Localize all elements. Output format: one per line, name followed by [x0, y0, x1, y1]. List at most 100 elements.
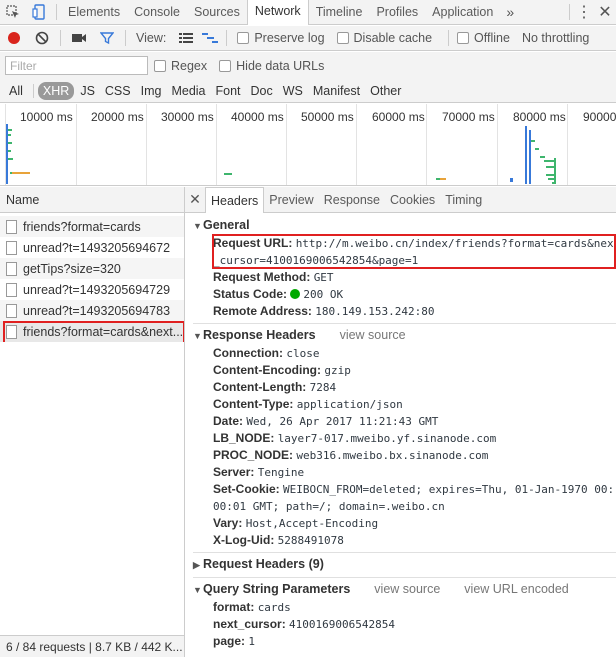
- header-row: Set-Cookie: WEIBOCN_FROM=deleted; expire…: [193, 481, 616, 498]
- resource-type-filter: All XHR JS CSS Img Media Font Doc WS Man…: [0, 79, 616, 103]
- general-section-toggle[interactable]: ▼General: [193, 216, 616, 235]
- request-row[interactable]: friends?format=cards: [0, 216, 184, 237]
- type-img[interactable]: Img: [137, 82, 166, 100]
- type-manifest[interactable]: Manifest: [309, 82, 364, 100]
- tab-response[interactable]: Response: [319, 187, 385, 213]
- tab-network[interactable]: Network: [246, 0, 309, 25]
- clear-button[interactable]: [28, 26, 56, 51]
- tab-cookies[interactable]: Cookies: [385, 187, 440, 213]
- hide-data-urls-checkbox[interactable]: Hide data URLs: [219, 59, 324, 73]
- param-key: next_cursor:: [213, 617, 286, 631]
- query-string-section: ▼Query String Parameters view source view …: [185, 580, 616, 650]
- tab-profiles[interactable]: Profiles: [369, 0, 425, 25]
- view-url-encoded-link[interactable]: view URL encoded: [464, 582, 568, 596]
- filter-toggle-button[interactable]: [93, 26, 121, 51]
- tab-timing[interactable]: Timing: [440, 187, 487, 213]
- type-doc[interactable]: Doc: [247, 82, 277, 100]
- header-key: Date:: [213, 414, 244, 428]
- tab-preview[interactable]: Preview: [264, 187, 318, 213]
- header-key: Content-Length:: [213, 380, 307, 394]
- more-tabs-button[interactable]: »: [500, 4, 520, 20]
- header-value: 5288491078: [277, 534, 344, 547]
- header-value: close: [286, 347, 320, 360]
- details-tab-bar: ✕ Headers Preview Response Cookies Timin…: [185, 187, 616, 213]
- preserve-log-label: Preserve log: [254, 31, 325, 45]
- type-all[interactable]: All: [5, 82, 27, 100]
- header-row: LB_NODE: layer7-017.mweibo.yf.sinanode.c…: [193, 430, 616, 447]
- request-row[interactable]: unread?t=1493205694783: [0, 300, 184, 321]
- name-column-header[interactable]: Name: [0, 187, 184, 213]
- offline-checkbox[interactable]: Offline: [457, 31, 510, 45]
- general-title: General: [203, 218, 250, 232]
- document-icon: [6, 303, 17, 318]
- type-css[interactable]: CSS: [101, 82, 135, 100]
- divider: [193, 323, 616, 324]
- throttling-select[interactable]: No throttling: [522, 31, 589, 45]
- request-name: friends?format=cards&next...: [23, 324, 184, 339]
- header-row: Vary: Host,Accept-Encoding: [193, 515, 616, 532]
- tab-sources[interactable]: Sources: [187, 0, 247, 25]
- view-label: View:: [136, 31, 167, 45]
- tab-console[interactable]: Console: [127, 0, 187, 25]
- request-row-selected[interactable]: friends?format=cards&next...: [0, 321, 184, 342]
- header-key: Vary:: [213, 516, 243, 530]
- record-button[interactable]: [0, 26, 28, 51]
- regex-checkbox[interactable]: Regex: [154, 59, 207, 73]
- timeline-overview[interactable]: 10000 ms 20000 ms 30000 ms 40000 ms 5000…: [0, 104, 616, 186]
- type-ws[interactable]: WS: [279, 82, 307, 100]
- request-row[interactable]: getTips?size=320: [0, 258, 184, 279]
- header-value: application/json: [296, 398, 403, 411]
- header-row: Date: Wed, 26 Apr 2017 11:21:43 GMT: [193, 413, 616, 430]
- expanded-triangle-icon: ▼: [193, 585, 202, 595]
- device-toolbar-icon[interactable]: [26, 0, 52, 25]
- tab-elements[interactable]: Elements: [61, 0, 127, 25]
- document-icon: [6, 261, 17, 276]
- response-headers-title: Response Headers: [203, 328, 316, 342]
- filter-bar: Regex Hide data URLs: [0, 52, 616, 79]
- large-rows-button[interactable]: [174, 26, 198, 51]
- header-key: Content-Encoding:: [213, 363, 321, 377]
- tab-application[interactable]: Application: [425, 0, 500, 25]
- type-js[interactable]: JS: [76, 82, 99, 100]
- type-font[interactable]: Font: [212, 82, 245, 100]
- status-code-value: 200 OK: [303, 288, 344, 301]
- header-value: Host,Accept-Encoding: [245, 517, 379, 530]
- close-icon[interactable]: ✕: [185, 191, 205, 208]
- separator: [56, 4, 57, 20]
- header-key: Content-Type:: [213, 397, 294, 411]
- header-row: X-Log-Uid: 5288491078: [193, 532, 616, 549]
- divider: [193, 552, 616, 553]
- request-rows: friends?format=cards unread?t=1493205694…: [0, 213, 184, 342]
- checkbox-box: [457, 32, 470, 44]
- close-icon[interactable]: ✕: [594, 0, 616, 25]
- request-row[interactable]: unread?t=1493205694729: [0, 279, 184, 300]
- checkbox-box: [237, 32, 250, 44]
- response-headers-toggle[interactable]: ▼Response Headers view source: [193, 326, 616, 345]
- tab-timeline[interactable]: Timeline: [309, 0, 370, 25]
- preserve-log-checkbox[interactable]: Preserve log: [237, 31, 325, 45]
- divider: [193, 577, 616, 578]
- request-headers-toggle[interactable]: ▶ Request Headers (9): [193, 555, 616, 574]
- view-source-link[interactable]: view source: [340, 328, 406, 342]
- video-camera-icon: [72, 34, 86, 42]
- request-method-row: Request Method: GET: [193, 269, 616, 286]
- capture-screenshots-button[interactable]: [65, 26, 93, 51]
- overview-button[interactable]: [198, 26, 222, 51]
- type-media[interactable]: Media: [167, 82, 209, 100]
- request-name: unread?t=1493205694783: [23, 303, 171, 318]
- param-row: next_cursor: 4100169006542854: [193, 616, 616, 633]
- type-other[interactable]: Other: [366, 82, 405, 100]
- request-row[interactable]: unread?t=1493205694672: [0, 237, 184, 258]
- query-string-toggle[interactable]: ▼Query String Parameters view source view …: [193, 580, 616, 599]
- inspect-element-icon[interactable]: [0, 0, 26, 25]
- kebab-menu-icon[interactable]: ⋮: [574, 0, 594, 25]
- header-row: Server: Tengine: [193, 464, 616, 481]
- header-row: Connection: close: [193, 345, 616, 362]
- disable-cache-checkbox[interactable]: Disable cache: [336, 31, 432, 45]
- tab-headers[interactable]: Headers: [205, 187, 265, 213]
- view-source-link[interactable]: view source: [374, 582, 440, 596]
- status-code-row: Status Code: 200 OK: [193, 286, 616, 303]
- filter-input[interactable]: [5, 56, 148, 75]
- type-xhr[interactable]: XHR: [37, 81, 75, 100]
- document-icon: [6, 324, 17, 339]
